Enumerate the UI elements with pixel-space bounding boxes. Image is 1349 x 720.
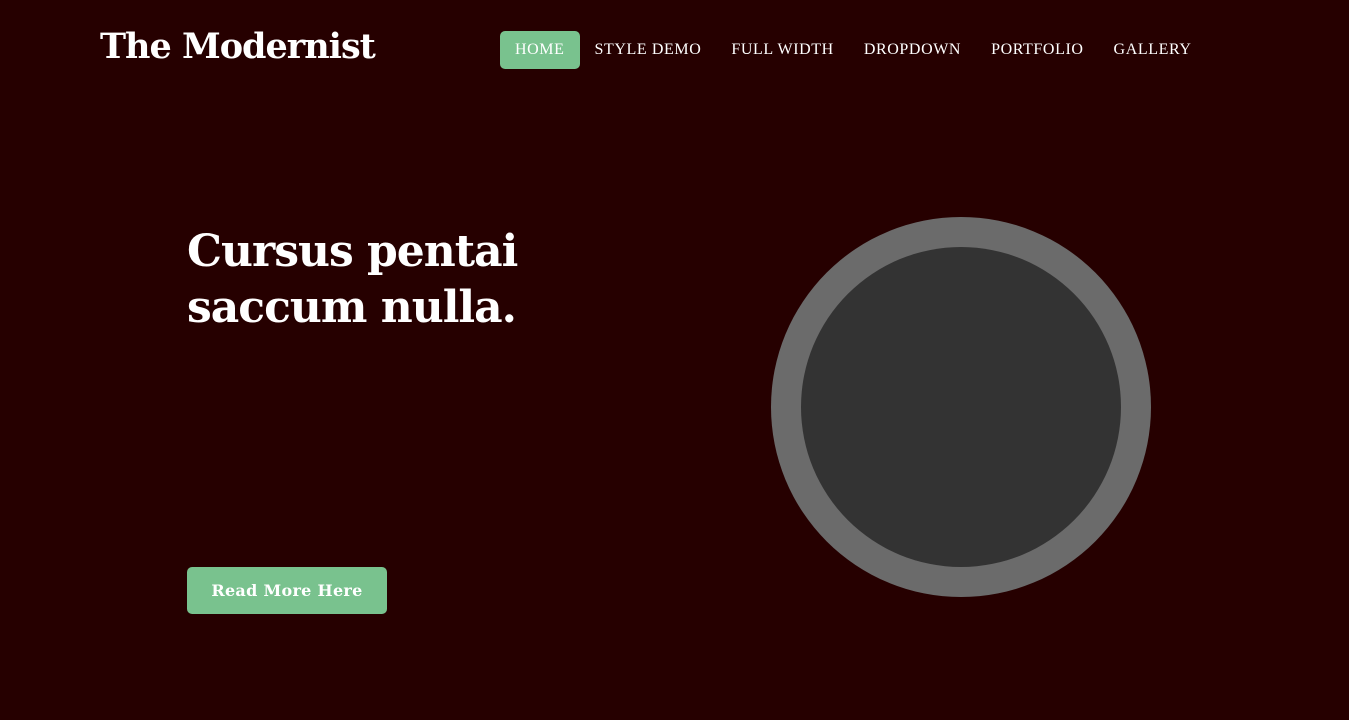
- nav-item-portfolio[interactable]: PORTFOLIO: [976, 31, 1098, 69]
- nav-item-full-width[interactable]: FULL WIDTH: [716, 31, 848, 69]
- nav-item-gallery[interactable]: GALLERY: [1099, 31, 1207, 69]
- hero-heading: Cursus pentai saccum nulla.: [187, 224, 607, 336]
- hero-image-placeholder: [771, 217, 1151, 597]
- main-nav: HOME STYLE DEMO FULL WIDTH DROPDOWN PORT…: [500, 31, 1207, 69]
- nav-item-style-demo[interactable]: STYLE DEMO: [580, 31, 717, 69]
- read-more-button[interactable]: Read More Here: [187, 567, 387, 614]
- nav-item-home[interactable]: HOME: [500, 31, 580, 69]
- hero-heading-line-2: saccum nulla.: [187, 282, 517, 333]
- nav-item-dropdown[interactable]: DROPDOWN: [849, 31, 976, 69]
- page: The Modernist HOME STYLE DEMO FULL WIDTH…: [0, 0, 1349, 720]
- hero-image-inner-circle: [801, 247, 1121, 567]
- hero-heading-line-1: Cursus pentai: [187, 226, 518, 277]
- site-title[interactable]: The Modernist: [100, 26, 376, 67]
